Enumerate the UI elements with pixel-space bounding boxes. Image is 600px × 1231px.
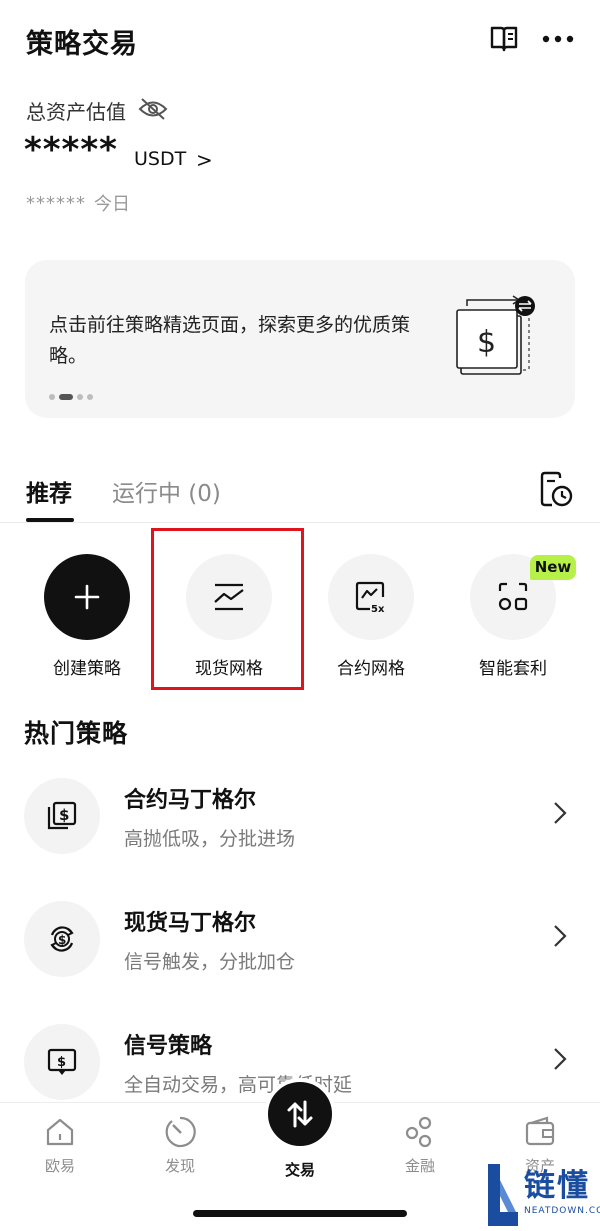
watermark-logo [486, 1160, 520, 1230]
dollar-cards-icon: $ [24, 778, 100, 854]
strategy-subtitle: 信号触发，分批加仓 [124, 951, 296, 973]
nav-label: 发现 [164, 1157, 195, 1175]
chevron-right-icon [552, 800, 568, 826]
svg-text:$: $ [58, 933, 66, 947]
strategy-title: 信号策略 [124, 1034, 213, 1059]
chevron-right-icon [552, 923, 568, 949]
strategy-subtitle: 高抛低吸，分批进场 [124, 828, 296, 850]
dollar-cycle-icon: $ [24, 901, 100, 977]
nav-item-finance[interactable]: 金融 [380, 1114, 460, 1176]
home-indicator [193, 1210, 407, 1217]
page-title: 策略交易 [26, 29, 138, 60]
home-icon [42, 1114, 78, 1150]
action-create-strategy[interactable]: 创建策略 [27, 554, 147, 679]
nav-label: 金融 [404, 1157, 435, 1175]
strategy-item-contract-martingale[interactable]: $ 合约马丁格尔 高抛低吸，分批进场 [24, 778, 576, 858]
nav-label: 交易 [284, 1161, 315, 1179]
discover-icon [162, 1114, 198, 1150]
strategy-illustration-icon: $ [453, 294, 537, 380]
watermark-text: 链懂 [524, 1168, 590, 1204]
today-pnl: ****** 今日 [26, 190, 130, 216]
promo-banner[interactable]: 点击前往策略精选页面，探索更多的优质策略。 $ [25, 260, 575, 418]
tab-recommended[interactable]: 推荐 [26, 474, 72, 508]
nav-label: 欧易 [44, 1157, 75, 1175]
nav-item-trade[interactable]: 交易 [260, 1154, 340, 1180]
svg-text:$: $ [59, 806, 69, 824]
book-icon[interactable] [488, 24, 520, 54]
tab-divider [0, 522, 600, 523]
more-icon[interactable] [542, 24, 574, 54]
asset-value: ***** [24, 130, 118, 170]
signal-screen-icon: $ [24, 1024, 100, 1100]
action-label: 创建策略 [53, 659, 121, 679]
nav-item-discover[interactable]: 发现 [140, 1114, 220, 1176]
action-label: 合约网格 [337, 659, 405, 679]
asset-unit[interactable]: USDT [134, 148, 186, 170]
svg-text:$: $ [477, 325, 496, 360]
strategy-item-spot-martingale[interactable]: $ 现货马丁格尔 信号触发，分批加仓 [24, 901, 576, 981]
svg-text:$: $ [57, 1055, 66, 1070]
banner-pagination [49, 394, 93, 400]
plus-icon[interactable] [44, 554, 130, 640]
today-value: ****** [26, 192, 86, 214]
page-dot [49, 394, 55, 400]
strategy-title: 合约马丁格尔 [124, 788, 257, 813]
eye-hidden-icon[interactable] [138, 96, 170, 124]
new-badge: New [530, 555, 576, 580]
strategy-title: 现货马丁格尔 [124, 911, 257, 936]
action-label: 智能套利 [479, 659, 547, 679]
action-contract-grid[interactable]: 5x 合约网格 [311, 554, 431, 679]
page-dot [87, 394, 93, 400]
tab-running[interactable]: 运行中 (0) [112, 474, 221, 508]
trade-icon[interactable] [264, 1078, 336, 1150]
page-dot [77, 394, 83, 400]
page-dot-active [59, 394, 73, 400]
banner-text: 点击前往策略精选页面，探索更多的优质策略。 [49, 314, 411, 367]
svg-text:5x: 5x [371, 604, 385, 614]
wallet-icon [522, 1114, 558, 1150]
watermark-subtext: NEATDOWN.COM [524, 1206, 600, 1216]
nav-item-home[interactable]: 欧易 [20, 1114, 100, 1176]
asset-chevron-icon[interactable]: > [196, 148, 213, 172]
today-label: 今日 [94, 194, 130, 215]
finance-icon [402, 1114, 438, 1150]
contract-grid-5x-icon[interactable]: 5x [328, 554, 414, 640]
history-clock-icon[interactable] [538, 470, 574, 510]
section-title-popular: 热门策略 [24, 719, 129, 748]
chevron-right-icon [552, 1046, 568, 1072]
highlight-annotation-box [151, 528, 304, 690]
asset-label: 总资产估值 [26, 100, 126, 124]
